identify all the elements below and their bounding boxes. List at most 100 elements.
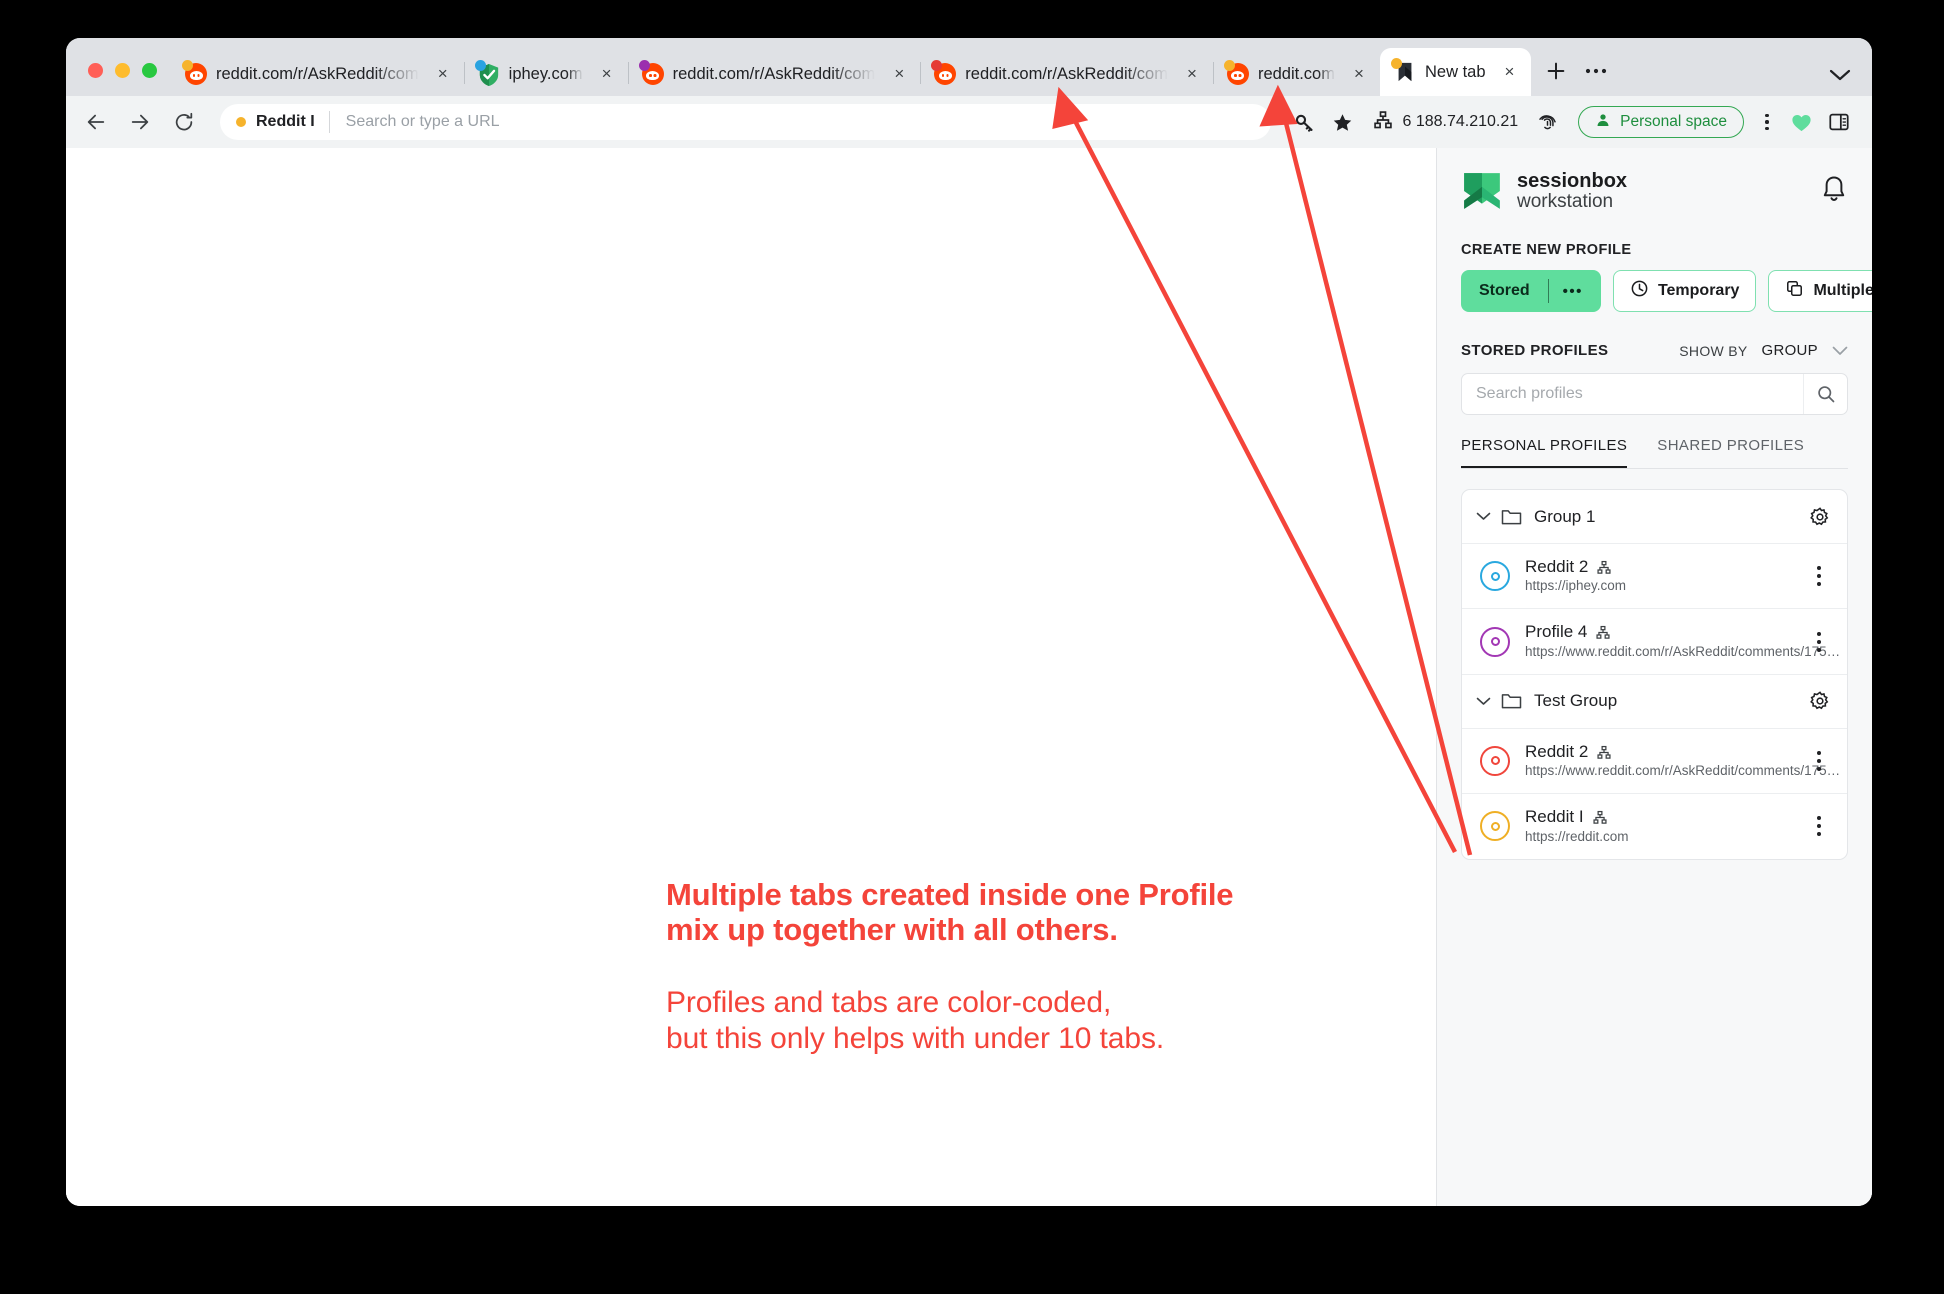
panel-header: sessionbox workstation <box>1437 148 1872 218</box>
annotation-regular-line-1: Profiles and tabs are color-coded, <box>666 986 1112 1020</box>
show-by-control[interactable]: SHOW BY GROUP <box>1679 342 1848 359</box>
search-icon[interactable] <box>1803 374 1847 414</box>
close-tab-button[interactable]: × <box>888 63 910 85</box>
create-multiple-profiles-button[interactable]: Multiple <box>1768 270 1872 312</box>
close-window-button[interactable] <box>88 63 103 78</box>
tab-search-area <box>1828 68 1872 96</box>
close-tab-button[interactable]: × <box>1348 63 1370 85</box>
tab-title: reddit.com/r/AskReddit/com <box>965 64 1168 83</box>
address-bar[interactable]: Reddit I Search or type a URL <box>220 104 1272 140</box>
browser-tab[interactable]: reddit.com/r/AskReddit/com × <box>627 52 921 96</box>
back-button[interactable] <box>76 102 116 142</box>
tab-title: reddit.com <box>1257 64 1335 83</box>
omnibox-profile-chip[interactable]: Reddit I <box>236 111 330 133</box>
profile-color-ring <box>1480 561 1510 592</box>
reload-button[interactable] <box>164 102 204 142</box>
tab-color-badge <box>1223 60 1235 71</box>
browser-tab[interactable]: iphey.com × <box>463 52 628 96</box>
profile-name: Reddit 2 <box>1525 741 1589 761</box>
sessionbox-panel: sessionbox workstation CREATE NEW PROFIL… <box>1436 148 1872 1206</box>
heart-icon[interactable] <box>1784 105 1818 139</box>
close-tab-button[interactable]: × <box>596 63 618 85</box>
chevron-down-icon[interactable] <box>1832 343 1848 359</box>
chevron-down-icon[interactable] <box>1476 512 1491 521</box>
group-header[interactable]: Test Group <box>1462 675 1847 729</box>
key-icon[interactable] <box>1287 105 1321 139</box>
browser-tab[interactable]: reddit.com/r/AskReddit/com × <box>171 52 464 96</box>
profile-info: Reddit 2 https: <box>1525 742 1840 780</box>
tabstrip-more-button[interactable] <box>1585 68 1607 74</box>
tab-title: New tab <box>1424 62 1486 81</box>
proxy-indicator[interactable]: 6 188.74.210.21 <box>1363 105 1526 139</box>
profile-row[interactable]: Reddit 2 https: <box>1462 544 1847 610</box>
star-icon[interactable] <box>1325 105 1359 139</box>
chevron-down-icon[interactable] <box>1828 68 1852 82</box>
create-temporary-profile-button[interactable]: Temporary <box>1612 270 1757 312</box>
annotation-text-block: Multiple tabs created inside one Profile… <box>666 877 1366 1056</box>
temporary-button-label: Temporary <box>1657 282 1740 299</box>
content-area: Multiple tabs created inside one Profile… <box>66 148 1872 1206</box>
browser-menu-button[interactable] <box>1754 105 1780 139</box>
stored-button-more[interactable]: ••• <box>1549 283 1597 300</box>
chevron-down-icon[interactable] <box>1476 697 1491 706</box>
profile-title-line: Reddit I <box>1525 807 1807 827</box>
stored-profiles-label: STORED PROFILES <box>1461 342 1609 359</box>
create-profile-label: CREATE NEW PROFILE <box>1461 242 1632 258</box>
web-page: Multiple tabs created inside one Profile… <box>66 148 1436 1206</box>
profile-menu-button[interactable] <box>1807 816 1831 837</box>
tab-shared-profiles[interactable]: SHARED PROFILES <box>1657 437 1804 468</box>
stored-button-label: Stored <box>1479 282 1530 299</box>
tab-personal-profiles[interactable]: PERSONAL PROFILES <box>1461 437 1628 468</box>
screenshot-root: reddit.com/r/AskReddit/com × iphey.com ×… <box>0 0 1944 1294</box>
reddit-icon <box>638 60 664 85</box>
shield-check-icon <box>474 60 500 86</box>
search-input[interactable] <box>1462 385 1803 403</box>
browser-tab[interactable]: reddit.com/r/AskReddit/com × <box>920 52 1213 96</box>
tab-title: reddit.com/r/AskReddit/com <box>216 64 419 83</box>
clock-icon <box>1630 279 1649 303</box>
forward-button[interactable] <box>120 102 160 142</box>
network-icon <box>1592 807 1608 827</box>
network-icon <box>1596 557 1612 577</box>
address-input-placeholder[interactable]: Search or type a URL <box>330 113 500 131</box>
profile-url: https://reddit.com <box>1525 828 1629 844</box>
copy-icon <box>1785 279 1804 303</box>
sidebar-panel-icon[interactable] <box>1822 105 1856 139</box>
brand-text: sessionbox workstation <box>1517 170 1627 212</box>
profile-row[interactable]: Reddit I https://reddit.com <box>1462 794 1847 858</box>
group-header[interactable]: Group 1 <box>1462 490 1847 544</box>
fingerprint-icon[interactable] <box>1530 105 1564 139</box>
profile-row[interactable]: Profile 4 https://www.reddit.com/r/AskRe… <box>1462 609 1847 675</box>
profile-title-line: Reddit 2 <box>1525 742 1807 762</box>
maximize-window-button[interactable] <box>142 63 157 78</box>
tab-color-badge <box>638 60 650 71</box>
personal-space-label: Personal space <box>1620 113 1727 130</box>
profile-info: Profile 4 https://www.reddit.com/r/AskRe… <box>1525 622 1840 660</box>
profile-menu-button[interactable] <box>1807 631 1831 652</box>
profile-color-ring <box>1480 745 1510 776</box>
group-name: Group 1 <box>1534 506 1596 526</box>
user-icon <box>1595 112 1611 133</box>
profile-menu-button[interactable] <box>1807 750 1831 771</box>
close-tab-button[interactable]: × <box>432 63 454 85</box>
browser-window: reddit.com/r/AskReddit/com × iphey.com ×… <box>66 38 1872 1206</box>
folder-icon <box>1501 692 1522 710</box>
profile-search[interactable] <box>1461 373 1848 415</box>
profile-name: Profile 4 <box>1525 622 1588 642</box>
new-tab-button[interactable] <box>1545 60 1567 82</box>
minimize-window-button[interactable] <box>115 63 130 78</box>
browser-tab-active[interactable]: New tab × <box>1379 48 1531 96</box>
gear-icon[interactable] <box>1809 690 1831 712</box>
browser-tab[interactable]: reddit.com × <box>1212 52 1380 96</box>
bell-icon[interactable] <box>1820 174 1848 209</box>
profile-menu-button[interactable] <box>1807 566 1831 587</box>
personal-space-button[interactable]: Personal space <box>1578 106 1744 138</box>
annotation-bold-line-2: mix up together with all others. <box>666 911 1118 947</box>
close-tab-button[interactable]: × <box>1181 63 1203 85</box>
show-by-value: GROUP <box>1761 342 1818 359</box>
gear-icon[interactable] <box>1809 506 1831 528</box>
close-tab-button[interactable]: × <box>1499 61 1521 83</box>
create-stored-profile-button[interactable]: Stored ••• <box>1461 270 1601 312</box>
profile-row[interactable]: Reddit 2 https: <box>1462 729 1847 795</box>
group-name: Test Group <box>1534 691 1618 711</box>
